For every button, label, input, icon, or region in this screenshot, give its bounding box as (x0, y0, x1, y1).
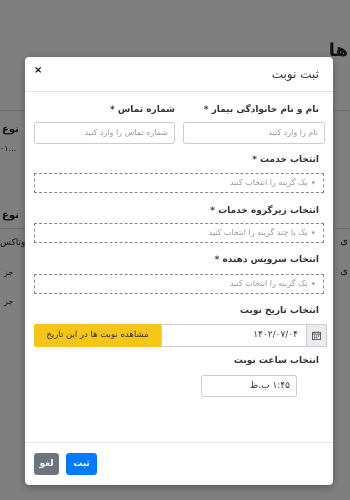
modal-footer: لغو ثبت (25, 442, 333, 485)
service-label: انتخاب خدمت * (252, 155, 319, 165)
date-input-group: مشاهده نوبت ها در این تاریخ ۱۴۰۲/۰۷/۰۴ (34, 324, 327, 347)
service-subgroup-placeholder: یک یا چند گزینه را انتخاب کنید (208, 228, 308, 237)
modal-title: ثبت نوبت (271, 67, 319, 81)
calendar-icon[interactable] (306, 324, 327, 347)
provider-label: انتخاب سرویس دهنده * (214, 255, 319, 265)
cancel-button[interactable]: لغو (34, 453, 59, 475)
provider-select[interactable]: ▾یک گزینه را انتخاب کنید (34, 274, 324, 294)
view-appointments-button[interactable]: مشاهده نوبت ها در این تاریخ (34, 324, 161, 347)
phone-label: شماره تماس * (110, 105, 175, 115)
patient-name-input[interactable]: نام را وارد کنید (183, 122, 325, 144)
provider-placeholder: یک گزینه را انتخاب کنید (229, 279, 308, 288)
modal-header: ثبت نوبت × (25, 57, 333, 92)
appointment-modal: ثبت نوبت × نام و نام خانوادگی بیمار * نا… (25, 57, 333, 485)
chevron-down-icon: ▾ (311, 280, 315, 288)
service-subgroup-select[interactable]: ▾یک یا چند گزینه را انتخاب کنید (34, 223, 324, 243)
service-subgroup-label: انتخاب زیرگروه خدمات * (210, 206, 319, 216)
service-placeholder: یک گزینه را انتخاب کنید (229, 178, 308, 187)
chevron-down-icon: ▾ (311, 179, 315, 187)
time-label: انتخاب ساعت نوبت (233, 356, 319, 366)
patient-name-label: نام و نام خانوادگی بیمار * (203, 105, 319, 115)
submit-button[interactable]: ثبت (66, 453, 97, 475)
chevron-down-icon: ▾ (311, 229, 315, 237)
close-icon[interactable]: × (34, 65, 42, 76)
date-input[interactable]: ۱۴۰۲/۰۷/۰۴ (161, 324, 306, 347)
date-label: انتخاب تاریخ نوبت (239, 306, 319, 316)
service-select[interactable]: ▾یک گزینه را انتخاب کنید (34, 173, 324, 193)
calendar-icon-glyph (312, 331, 321, 340)
time-input[interactable]: ۱:۴۵ ب.ظ (201, 375, 297, 397)
phone-input[interactable]: شماره تماس را وارد کنید (34, 122, 175, 144)
